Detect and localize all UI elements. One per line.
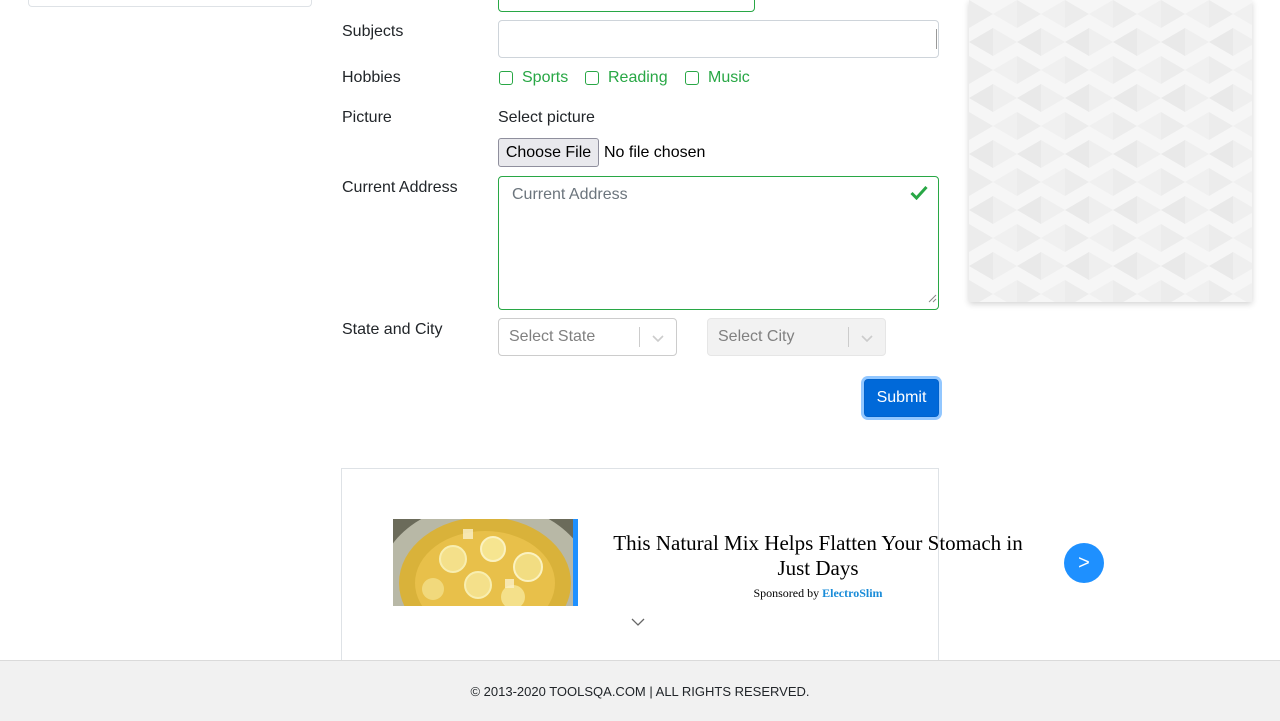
text-caret: [936, 29, 937, 49]
subjects-input[interactable]: [498, 20, 939, 58]
ad-image[interactable]: [393, 519, 578, 606]
city-placeholder: Select City: [718, 328, 795, 345]
footer-copyright: © 2013-2020 TOOLSQA.COM | ALL RIGHTS RES…: [470, 683, 810, 699]
ad-next-button[interactable]: >: [1064, 543, 1104, 583]
resize-grip-icon[interactable]: [928, 290, 937, 308]
ad-sponsor-line: Sponsored by ElectroSlim: [598, 586, 1038, 601]
sponsored-by-text: Sponsored by: [753, 586, 820, 600]
ad-title[interactable]: This Natural Mix Helps Flatten Your Stom…: [598, 531, 1038, 581]
checkbox-icon[interactable]: [499, 71, 513, 85]
chevron-down-icon[interactable]: [630, 614, 646, 632]
checkbox-icon[interactable]: [685, 71, 699, 85]
hobby-reading-checkbox[interactable]: Reading: [585, 69, 668, 87]
subjects-label: Subjects: [342, 23, 404, 40]
address-placeholder: Current Address: [512, 186, 628, 203]
choose-file-button[interactable]: Choose File: [498, 138, 599, 167]
state-city-label: State and City: [342, 321, 443, 338]
select-picture-label: Select picture: [498, 109, 595, 126]
select-separator: [639, 327, 640, 347]
state-placeholder: Select State: [509, 328, 596, 345]
city-select[interactable]: Select City: [707, 318, 886, 356]
chevron-down-icon[interactable]: [860, 331, 874, 349]
hobby-reading-label[interactable]: Reading: [608, 69, 668, 87]
submit-button[interactable]: Submit: [864, 379, 939, 417]
chevron-down-icon[interactable]: [651, 331, 665, 349]
state-select[interactable]: Select State: [498, 318, 677, 356]
select-separator: [848, 327, 849, 347]
current-address-label: Current Address: [342, 179, 458, 196]
picture-label: Picture: [342, 109, 392, 126]
mobile-input[interactable]: [498, 0, 755, 12]
hobby-music-checkbox[interactable]: Music: [685, 69, 750, 87]
checkbox-icon[interactable]: [585, 71, 599, 85]
side-ad-banner[interactable]: [969, 0, 1252, 302]
hobbies-label: Hobbies: [342, 69, 401, 86]
footer: © 2013-2020 TOOLSQA.COM | ALL RIGHTS RES…: [0, 660, 1280, 721]
no-file-text: No file chosen: [604, 144, 706, 161]
ad-brand-link[interactable]: ElectroSlim: [822, 586, 882, 600]
valid-check-icon: [910, 185, 928, 205]
sidebar-card: [28, 0, 312, 7]
hobby-sports-checkbox[interactable]: Sports: [499, 69, 568, 87]
current-address-textarea[interactable]: Current Address: [498, 176, 939, 310]
hobby-sports-label[interactable]: Sports: [522, 69, 568, 87]
hobby-music-label[interactable]: Music: [708, 69, 750, 87]
